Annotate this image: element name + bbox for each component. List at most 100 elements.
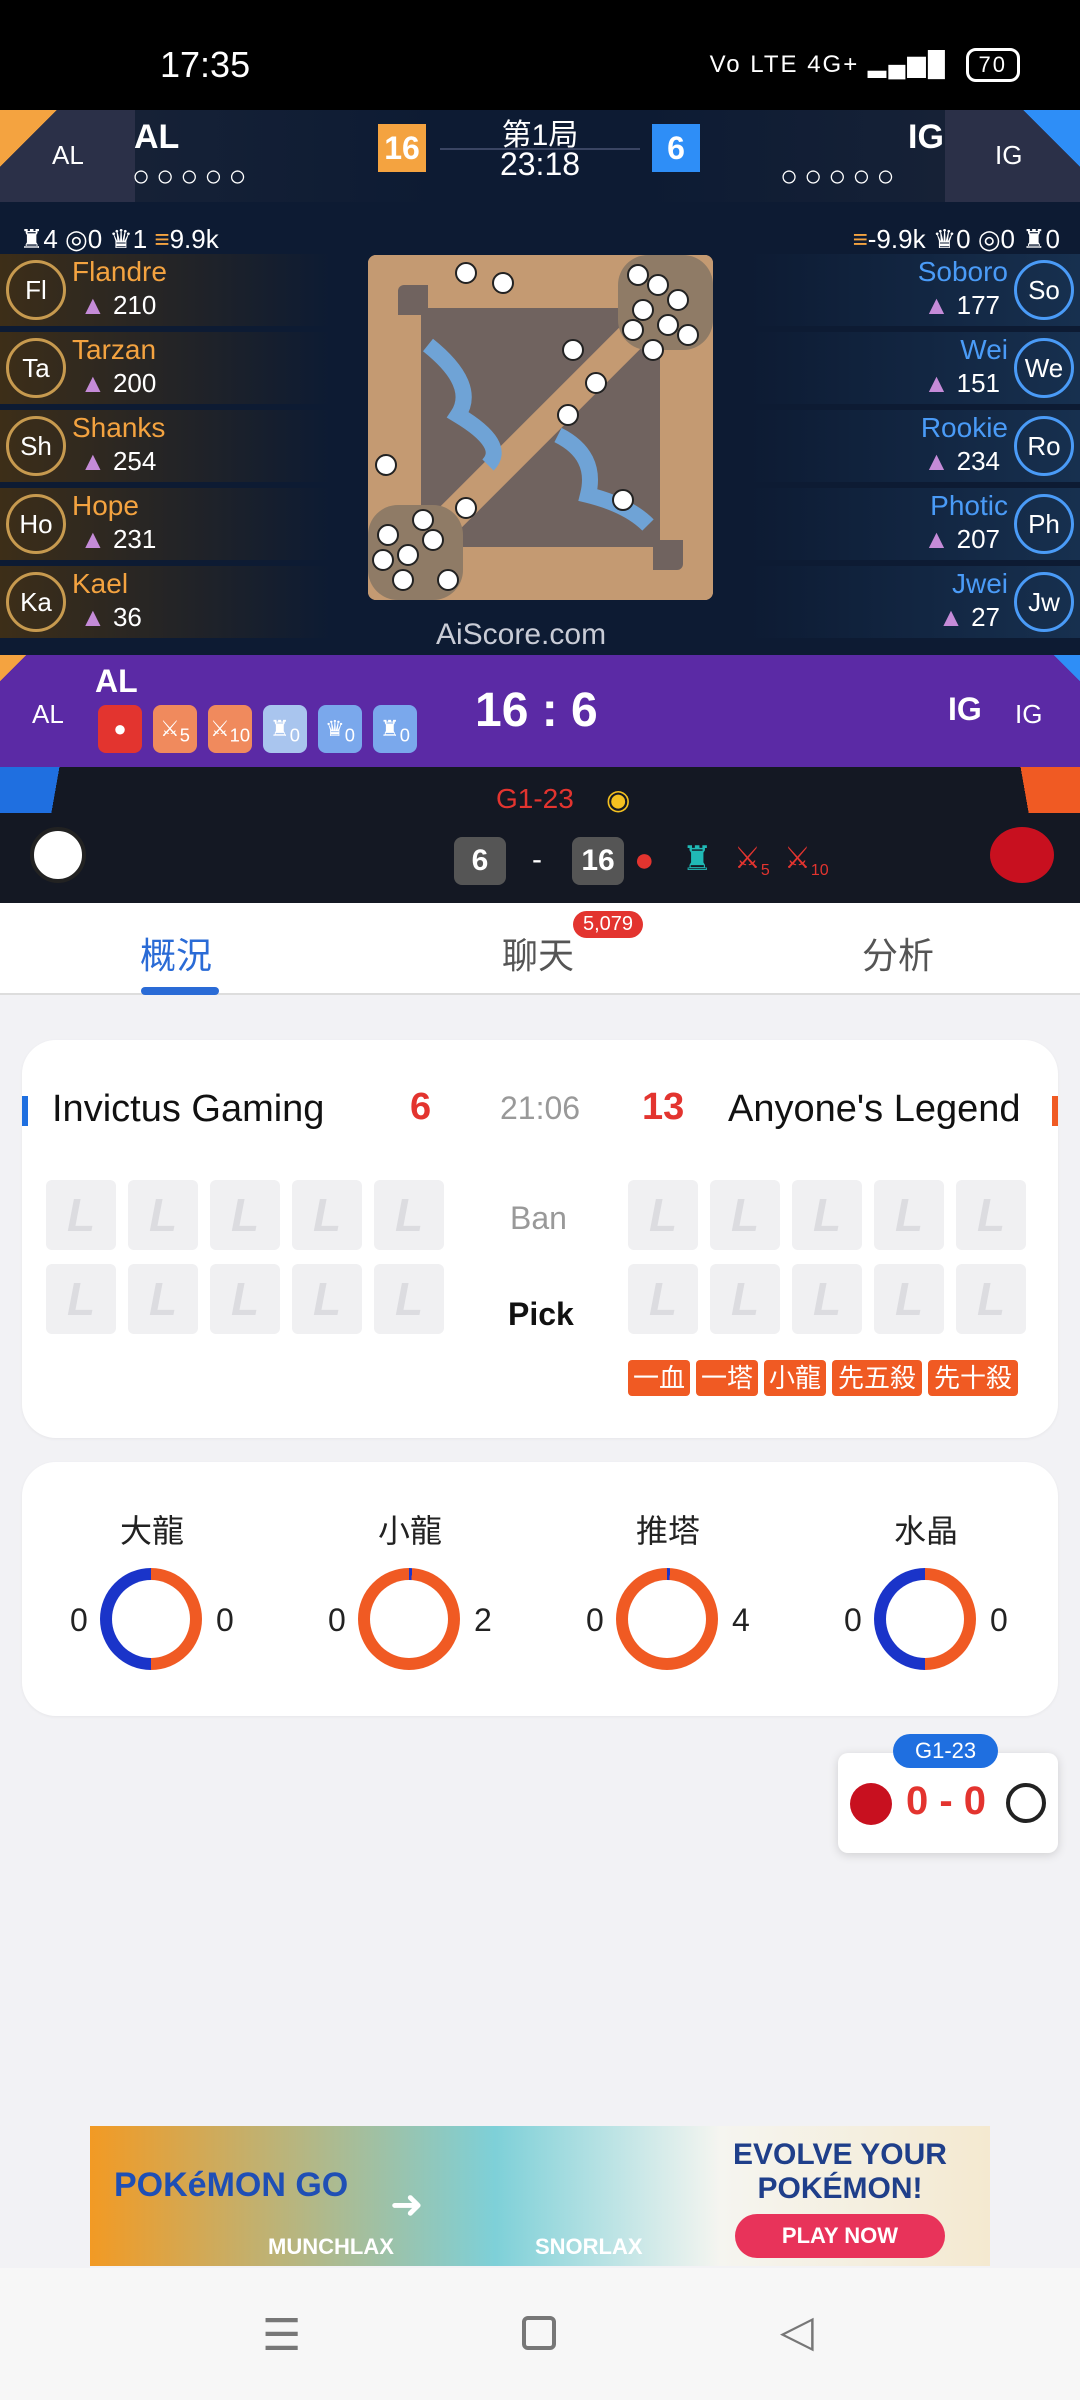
stat-ring bbox=[874, 1568, 976, 1670]
first-tower-tag: 一塔 bbox=[696, 1360, 758, 1396]
tab-chat[interactable]: 聊天 bbox=[502, 927, 574, 979]
left-pick-slot: L bbox=[46, 1264, 116, 1334]
left-pick-slot: L bbox=[292, 1264, 362, 1334]
floating-score: 0 - 0 bbox=[906, 1779, 987, 1823]
dragon-objective-icon: ♛0 bbox=[318, 705, 362, 753]
stat-title: 水晶 bbox=[893, 1513, 958, 1549]
player-cs: 200 bbox=[112, 368, 157, 398]
first-blood-tag: 一血 bbox=[628, 1360, 690, 1396]
first-blood-icon: ● bbox=[98, 705, 142, 753]
menu-icon[interactable]: ☰ bbox=[262, 2310, 301, 2361]
floating-score-widget[interactable]: 0 - 0 bbox=[838, 1753, 1058, 1853]
left-team-name: AL bbox=[134, 118, 180, 156]
right-player-row[interactable]: Jw Jwei ▲ 27 bbox=[750, 566, 1080, 638]
player-avatar: Ka bbox=[6, 572, 66, 632]
left-ban-slot: L bbox=[210, 1180, 280, 1250]
right-ban-slot: L bbox=[710, 1180, 780, 1250]
cs-icon: ▲ bbox=[923, 524, 957, 554]
team-left-name: Invictus Gaming bbox=[52, 1088, 325, 1130]
left-corner-accent bbox=[0, 767, 100, 813]
right-team-marker bbox=[1052, 1096, 1058, 1126]
left-player-row[interactable]: Sh Shanks ▲ 254 bbox=[0, 410, 330, 482]
left-player-row[interactable]: Fl Flandre ▲ 210 bbox=[0, 254, 330, 326]
ig-logo-icon bbox=[30, 827, 86, 883]
right-team-name: IG bbox=[908, 118, 944, 156]
battery-icon: 70 bbox=[965, 48, 1020, 82]
player-name: Rookie bbox=[920, 412, 1008, 443]
player-cs: 27 bbox=[971, 602, 1000, 632]
cs-icon: ▲ bbox=[80, 524, 113, 554]
team-objectives-bar: AL AL ● ⚔5 ⚔10 ♜0 ♛0 ♜0 16 : 6 IG IG bbox=[0, 655, 1080, 767]
minimap[interactable] bbox=[368, 255, 713, 600]
score-header: AL AL ○○○○○ 16 第1局 23:18 6 IG ○○○○○ IG bbox=[0, 110, 1080, 202]
ten-kills-icon: ⚔10 bbox=[784, 842, 829, 879]
left-dragons: 0 bbox=[87, 224, 103, 254]
first-five-kills-tag: 先五殺 bbox=[832, 1360, 922, 1396]
tab-bar: 概況 聊天 5,079 分析 bbox=[0, 903, 1080, 995]
player-name: Shanks bbox=[72, 412, 166, 443]
gold-icon: ≡ bbox=[852, 224, 868, 254]
right-player-row[interactable]: So Soboro ▲ 177 bbox=[750, 254, 1080, 326]
ad-right-name: SNORLAX bbox=[535, 2234, 643, 2259]
stat-right: 4 bbox=[732, 1602, 750, 1638]
player-avatar: Jw bbox=[1014, 572, 1074, 632]
ten-kills-count: 10 bbox=[810, 862, 829, 879]
player-avatar: Ta bbox=[6, 338, 66, 398]
cs-icon: ▲ bbox=[80, 602, 113, 632]
tower-icon: ♜ bbox=[20, 224, 44, 254]
right-ban-slot: L bbox=[956, 1180, 1026, 1250]
cs-icon: ▲ bbox=[80, 290, 113, 320]
left-team-tag: AL bbox=[32, 699, 64, 729]
home-icon[interactable] bbox=[522, 2316, 556, 2350]
right-ban-slot: L bbox=[792, 1180, 862, 1250]
arrow-right-icon: ➜ bbox=[390, 2183, 424, 2227]
signal-icon: ▂▄▆█ bbox=[867, 51, 947, 78]
advertisement-banner[interactable]: POKéMON GO MUNCHLAX ➜ SNORLAX EVOLVE YOU… bbox=[90, 2126, 990, 2266]
player-name: Photic bbox=[930, 490, 1008, 521]
right-corner-accent bbox=[980, 767, 1080, 813]
dragon-icon: ◎ bbox=[65, 224, 88, 254]
tab-overview[interactable]: 概況 bbox=[140, 927, 212, 979]
tab-analysis[interactable]: 分析 bbox=[862, 927, 934, 979]
cs-icon: ▲ bbox=[938, 602, 972, 632]
right-pick-slot: L bbox=[792, 1264, 862, 1334]
pick-label: Pick bbox=[508, 1296, 574, 1332]
player-name: Wei bbox=[960, 334, 1008, 365]
ad-cta-button[interactable]: PLAY NOW bbox=[735, 2214, 945, 2258]
cs-icon: ▲ bbox=[80, 368, 113, 398]
left-gold: 9.9k bbox=[169, 224, 219, 254]
left-player-row[interactable]: Ho Hope ▲ 231 bbox=[0, 488, 330, 560]
right-kill-score: 6 bbox=[652, 124, 700, 172]
back-icon[interactable]: ◁ bbox=[780, 2306, 814, 2357]
objective-count: 0 bbox=[399, 724, 410, 746]
left-corner-accent bbox=[0, 655, 26, 681]
left-player-row[interactable]: Ka Kael ▲ 36 bbox=[0, 566, 330, 638]
right-dragons: 0 bbox=[1000, 224, 1015, 254]
ad-headline: EVOLVE YOUR POKÉMON! bbox=[733, 2138, 947, 2205]
tower-icon: ♜ bbox=[1022, 224, 1046, 254]
stat-right: 0 bbox=[990, 1602, 1008, 1638]
right-player-row[interactable]: Ph Photic ▲ 207 bbox=[750, 488, 1080, 560]
player-avatar: Sh bbox=[6, 416, 66, 476]
gold-icon: ≡ bbox=[154, 224, 170, 254]
stat-right: 0 bbox=[216, 1602, 234, 1638]
player-name: Jwei bbox=[951, 568, 1008, 599]
right-player-row[interactable]: Ro Rookie ▲ 234 bbox=[750, 410, 1080, 482]
baron-icon: ♛ bbox=[932, 224, 957, 254]
cs-icon: ▲ bbox=[923, 290, 957, 320]
objective-count: 0 bbox=[289, 724, 300, 746]
stat-ring bbox=[616, 1568, 718, 1670]
right-player-row[interactable]: We Wei ▲ 151 bbox=[750, 332, 1080, 404]
stat-left: 0 bbox=[70, 1602, 88, 1638]
status-icons: Vo LTE 4G+ ▂▄▆█ 70 bbox=[710, 48, 1020, 82]
left-series-dots: ○○○○○ bbox=[132, 160, 253, 193]
left-ban-slot: L bbox=[374, 1180, 444, 1250]
left-barons: 1 bbox=[132, 224, 148, 254]
player-cs: 36 bbox=[112, 602, 142, 632]
player-value: ▲ 207 bbox=[924, 524, 1000, 555]
chat-count-badge: 5,079 bbox=[573, 911, 644, 938]
left-player-row[interactable]: Ta Tarzan ▲ 200 bbox=[0, 332, 330, 404]
al-logo-icon bbox=[990, 827, 1054, 883]
dragon-icon: ◎ bbox=[977, 224, 1001, 254]
player-avatar: Ro bbox=[1014, 416, 1074, 476]
